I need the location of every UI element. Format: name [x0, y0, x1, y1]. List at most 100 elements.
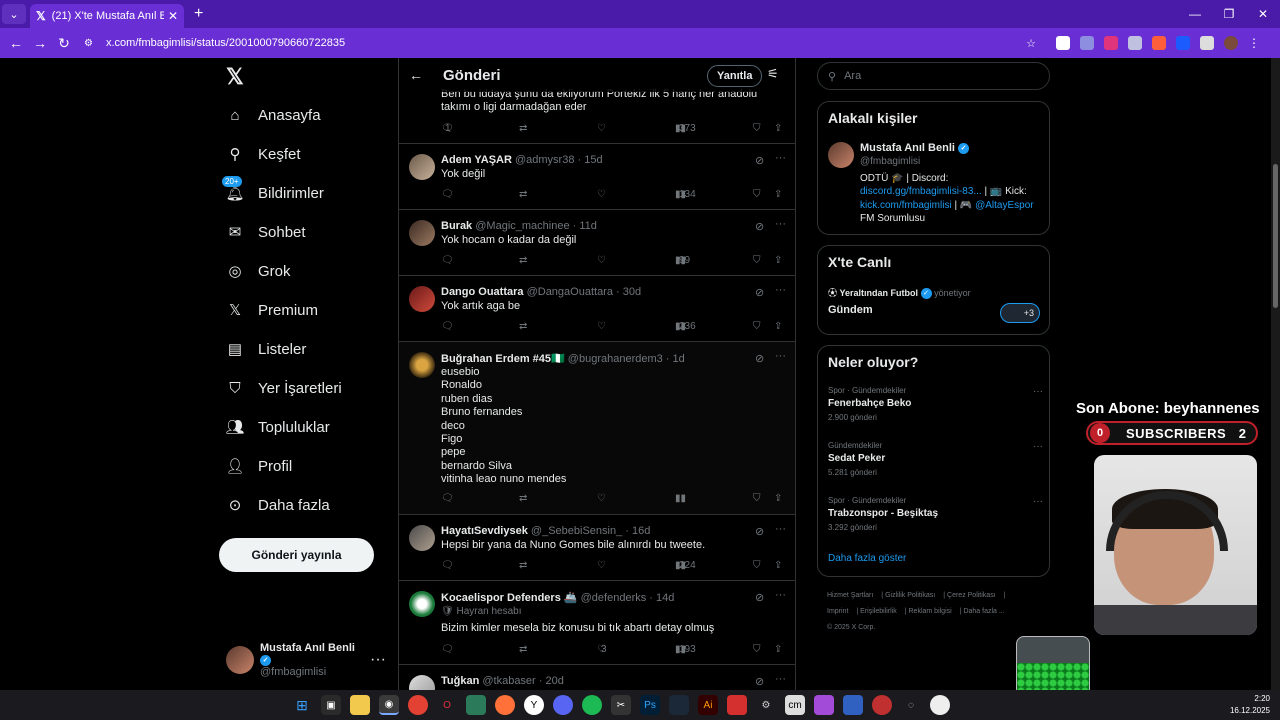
mention-link[interactable]: @AltayEspor: [975, 200, 1034, 211]
avatar[interactable]: [409, 352, 435, 378]
more-icon[interactable]: ···: [1033, 496, 1043, 507]
restore-icon[interactable]: ❐: [1212, 0, 1246, 28]
app-icon[interactable]: [466, 695, 486, 715]
forward-icon[interactable]: →: [28, 35, 52, 51]
grok-icon[interactable]: ⊘: [755, 591, 764, 604]
more-icon[interactable]: ···: [775, 284, 786, 296]
extension-icon[interactable]: [1176, 36, 1190, 50]
related-handle[interactable]: @fmbagimlisi: [860, 156, 920, 167]
grok-icon[interactable]: ⊘: [755, 286, 764, 299]
nav-bookmarks[interactable]: ⛉ Yer İşaretleri: [226, 379, 341, 397]
chrome-icon[interactable]: [408, 695, 428, 715]
app-icon[interactable]: [843, 695, 863, 715]
browser-menu-icon[interactable]: ⋮: [1248, 36, 1262, 50]
avatar[interactable]: [409, 591, 435, 617]
avatar[interactable]: [409, 154, 435, 180]
nav-home[interactable]: ⌂ Anasayfa: [226, 106, 320, 124]
views-icon[interactable]: ▮▮ 193: [675, 644, 696, 655]
share-icon[interactable]: ⇪: [774, 255, 782, 266]
like-icon[interactable]: ♡: [597, 321, 606, 332]
back-icon[interactable]: ←: [4, 35, 28, 51]
reply-icon[interactable]: 🗨︎: [441, 493, 454, 504]
show-more-link[interactable]: Daha fazla göster: [828, 553, 906, 564]
tab-search-button[interactable]: ⌄: [2, 4, 26, 24]
author-name[interactable]: Dango Ouattara: [441, 286, 524, 298]
grok-icon[interactable]: ⊘: [755, 220, 764, 233]
views-icon[interactable]: ▮▮ 99: [675, 255, 690, 266]
reply-icon[interactable]: 🗨︎: [441, 255, 454, 266]
views-icon[interactable]: ▮▮ 236: [675, 321, 696, 332]
firefox-icon[interactable]: [495, 695, 515, 715]
footer-link[interactable]: Erişilebilirlik: [860, 608, 897, 615]
live-participants[interactable]: +3: [1000, 303, 1040, 323]
live-on-x-card[interactable]: X'te Canlı ⚽︎ Yeraltından Futbol ✓ yönet…: [817, 245, 1050, 335]
share-icon[interactable]: ⇪: [774, 123, 782, 134]
reply-icon[interactable]: 🗨︎: [441, 189, 454, 200]
avatar[interactable]: [409, 286, 435, 312]
more-icon[interactable]: ···: [1033, 441, 1043, 452]
avatar[interactable]: [409, 220, 435, 246]
more-icon[interactable]: ···: [775, 589, 786, 601]
views-icon[interactable]: ▮▮: [675, 493, 686, 504]
kick-link[interactable]: kick.com/fmbagimlisi: [860, 200, 952, 211]
reply-icon[interactable]: 🗨︎ 1: [441, 123, 454, 134]
minimize-icon[interactable]: —: [1178, 0, 1212, 28]
app-icon[interactable]: ◌: [901, 695, 921, 715]
like-icon[interactable]: ♡: [597, 560, 606, 571]
more-icon[interactable]: ···: [775, 152, 786, 164]
tweet[interactable]: Tuğkan @tkabaser · 20d ⊘ ···: [399, 665, 795, 690]
author-name[interactable]: Kocaelispor Defenders 🚢: [441, 592, 578, 604]
app-icon[interactable]: [814, 695, 834, 715]
like-icon[interactable]: ♡: [597, 493, 606, 504]
illustrator-icon[interactable]: Ai: [698, 695, 718, 715]
related-name[interactable]: Mustafa Anıl Benli ✓: [860, 142, 969, 154]
discord-icon[interactable]: [553, 695, 573, 715]
extension-icon[interactable]: [1080, 36, 1094, 50]
acrobat-icon[interactable]: [727, 695, 747, 715]
close-window-icon[interactable]: ✕: [1246, 0, 1280, 28]
url-input[interactable]: ⚙ x.com/fmbagimlisi/status/2001000790660…: [84, 31, 1044, 55]
extension-icon[interactable]: [1104, 36, 1118, 50]
retweet-icon[interactable]: ⇄: [519, 255, 527, 266]
browser-tab[interactable]: 𝕏 (21) X'te Mustafa Anıl Benli "Ye ✕: [30, 4, 184, 28]
photoshop-icon[interactable]: Ps: [640, 695, 660, 715]
grok-icon[interactable]: ⊘: [755, 525, 764, 538]
trend-item[interactable]: Spor · Gündemdekiler Trabzonspor - Beşik…: [828, 496, 1043, 532]
post-button[interactable]: Gönderi yayınla: [219, 538, 374, 572]
x-logo-icon[interactable]: 𝕏: [226, 64, 244, 90]
bookmark-icon[interactable]: ⛉: [753, 644, 761, 655]
tweet[interactable]: Adem YAŞAR @admysr38 · 15d ⊘ ··· Yok değ…: [399, 144, 795, 210]
nav-chat[interactable]: ✉ Sohbet: [226, 223, 306, 242]
app-icon[interactable]: [872, 695, 892, 715]
author-handle[interactable]: @DangaOuattara · 30d: [527, 286, 642, 298]
author-handle[interactable]: @defenderks · 14d: [581, 592, 675, 604]
grok-icon[interactable]: ⊘: [755, 154, 764, 167]
author-name[interactable]: HayatıSevdiysek: [441, 525, 528, 537]
tweet[interactable]: Burak @Magic_machinee · 11d ⊘ ··· Yok ho…: [399, 210, 795, 276]
app-icon[interactable]: cm: [785, 695, 805, 715]
nav-grok[interactable]: ◎ Grok: [226, 262, 290, 281]
site-info-icon[interactable]: ⚙: [84, 38, 100, 49]
retweet-icon[interactable]: ⇄: [519, 644, 527, 655]
extension-icon[interactable]: [1152, 36, 1166, 50]
windows-start-icon[interactable]: ⊞: [292, 695, 312, 715]
like-icon[interactable]: ♡: [597, 189, 606, 200]
footer-link[interactable]: Gizlilik Politikası: [885, 592, 935, 599]
author-name[interactable]: Adem YAŞAR: [441, 154, 512, 166]
bookmark-star-icon[interactable]: ☆: [1026, 37, 1036, 50]
account-switcher[interactable]: Mustafa Anıl Benli ✓ @fmbagimlisi ···: [226, 642, 386, 678]
taskbar-clock[interactable]: 2:20 16.12.2025: [1230, 693, 1270, 717]
views-icon[interactable]: ▮▮ 134: [675, 189, 696, 200]
nav-communities[interactable]: 👥︎ Topluluklar: [225, 418, 329, 437]
author-handle[interactable]: @Magic_machinee · 11d: [475, 220, 597, 232]
trend-item[interactable]: Spor · Gündemdekiler Fenerbahçe Beko 2.9…: [828, 386, 1043, 422]
new-tab-icon[interactable]: +: [194, 5, 203, 23]
grok-icon[interactable]: ⊘: [755, 675, 764, 688]
page-scrollbar[interactable]: [1271, 58, 1280, 690]
tab-close-icon[interactable]: ✕: [168, 9, 178, 23]
tweet[interactable]: Dango Ouattara @DangaOuattara · 30d ⊘ ··…: [399, 276, 795, 342]
profile-avatar[interactable]: [1224, 36, 1238, 50]
more-icon[interactable]: ···: [775, 218, 786, 230]
author-handle[interactable]: @admysr38 · 15d: [515, 154, 603, 166]
discord-link[interactable]: discord.gg/fmbagimlisi-83...: [860, 186, 982, 197]
